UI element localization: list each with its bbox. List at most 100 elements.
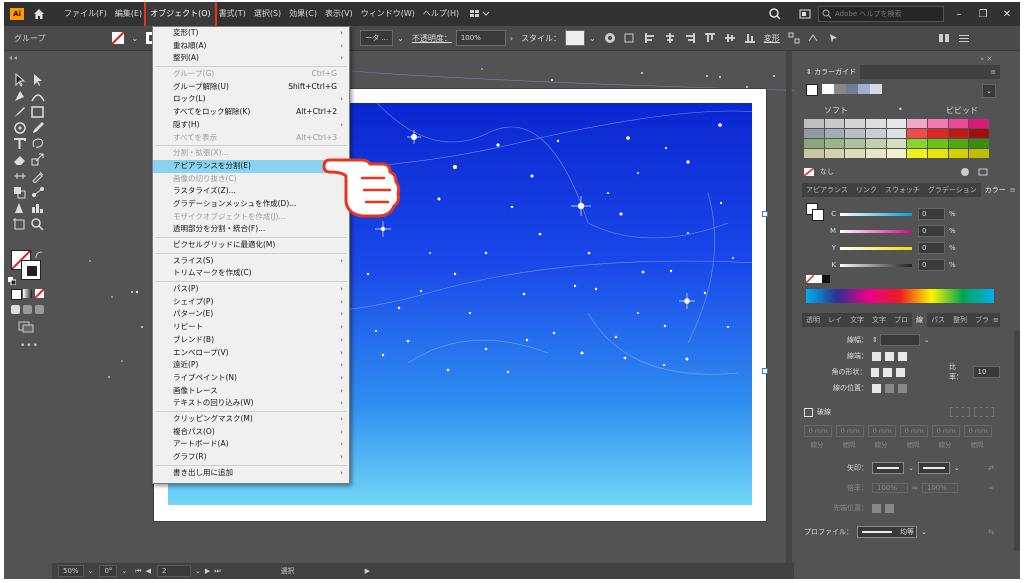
color-swatch[interactable] xyxy=(824,149,845,158)
tab-panel[interactable]: リンク xyxy=(852,185,881,195)
profile-dropdown-arrow[interactable]: ⌄ xyxy=(921,528,927,536)
slider-track[interactable] xyxy=(840,246,912,250)
draw-inside-icon[interactable] xyxy=(35,305,44,314)
color-swatch[interactable] xyxy=(948,129,969,138)
menu-item[interactable]: アートボード(A) › xyxy=(153,438,349,451)
color-swatch[interactable] xyxy=(907,139,928,148)
tab-panel[interactable]: レイ xyxy=(824,315,846,325)
color-swatch[interactable] xyxy=(866,129,886,138)
align-right-icon[interactable] xyxy=(683,31,697,45)
color-swatch[interactable] xyxy=(866,149,886,158)
opacity-input[interactable]: 100% xyxy=(455,30,506,46)
eraser-tool-icon[interactable] xyxy=(12,153,28,167)
slider-track[interactable] xyxy=(840,263,912,267)
artboard-number-field[interactable]: 2 xyxy=(156,565,191,577)
color-swatch[interactable] xyxy=(948,119,969,128)
paintbrush-tool-icon[interactable] xyxy=(12,105,28,119)
default-colors-icon[interactable] xyxy=(8,277,16,285)
tab-panel[interactable]: プロ xyxy=(890,315,912,325)
dashed-checkbox[interactable] xyxy=(804,407,813,417)
panel-menu-icon[interactable]: ≡ xyxy=(990,68,996,76)
menu-item[interactable]: シェイプ(P) › xyxy=(153,296,349,309)
color-swatch[interactable] xyxy=(928,119,948,128)
none-white-black-strip[interactable] xyxy=(806,275,830,283)
menu-item[interactable]: 画像トレース › xyxy=(153,385,349,398)
align-outside-stroke-button[interactable] xyxy=(898,383,907,393)
arrow-tip-beyond-button[interactable] xyxy=(872,503,881,513)
zoom-tool-icon[interactable] xyxy=(30,217,46,231)
collapse-panels-icon[interactable]: » ✕ xyxy=(980,55,992,63)
opacity-expand-arrow[interactable]: › xyxy=(510,34,513,43)
weight-stepper[interactable]: ⇕ xyxy=(872,336,878,344)
transform-link[interactable]: 変形 xyxy=(764,33,780,44)
color-swatch[interactable] xyxy=(969,149,990,158)
menu-item[interactable]: 整列(A) › xyxy=(153,52,349,65)
menu-item[interactable]: 書き出し用に追加 › xyxy=(153,467,349,480)
base-color-swatch[interactable] xyxy=(806,84,818,96)
align-bottom-icon[interactable] xyxy=(743,31,757,45)
round-cap-button[interactable] xyxy=(885,351,894,361)
menu-item[interactable]: 複合パス(O) › xyxy=(153,426,349,439)
color-swatch[interactable] xyxy=(845,119,866,128)
color-swatch[interactable] xyxy=(907,129,928,138)
color-guide-swatches[interactable] xyxy=(804,119,990,159)
color-swatch[interactable] xyxy=(824,119,845,128)
color-swatch[interactable] xyxy=(804,129,824,138)
menu-item[interactable]: パス(P) › xyxy=(153,283,349,296)
color-swatch[interactable] xyxy=(928,139,948,148)
menu-item[interactable]: パターン(E) › xyxy=(153,308,349,321)
color-swatch[interactable] xyxy=(969,119,990,128)
slider-track[interactable] xyxy=(840,212,912,216)
dash-gap-input[interactable]: 0 mm xyxy=(804,425,832,437)
panel-menu-icon[interactable]: ≡ xyxy=(1010,186,1016,194)
menu-item[interactable]: ブレンド(B) › xyxy=(153,334,349,347)
swap-fill-stroke-icon[interactable] xyxy=(34,250,44,260)
color-swatch[interactable] xyxy=(845,129,866,138)
profile-dropdown[interactable]: 均等 xyxy=(857,526,917,538)
slider-value-input[interactable]: 0 xyxy=(918,225,945,237)
menu-item[interactable]: すべてをロック解除(K) Alt+Ctrl+2 xyxy=(153,106,349,119)
pencil-tool-icon[interactable] xyxy=(30,121,46,135)
home-icon[interactable] xyxy=(32,7,46,21)
help-search-input[interactable]: Adobe ヘルプを検索 xyxy=(818,6,944,22)
restore-button[interactable]: ❐ xyxy=(974,9,992,20)
projecting-cap-button[interactable] xyxy=(898,351,907,361)
tab-color-guide[interactable]: ⇕ カラーガイド xyxy=(802,65,861,79)
puppet-warp-icon[interactable] xyxy=(807,31,821,45)
panel-scrollbar[interactable] xyxy=(1014,331,1020,551)
dash-gap-input[interactable]: 0 mm xyxy=(868,425,896,437)
dash-gap-input[interactable]: 0 mm xyxy=(964,425,992,437)
menu-window[interactable]: ウィンドウ(W) xyxy=(357,2,419,26)
miter-join-button[interactable] xyxy=(870,367,880,377)
menu-item[interactable]: リピート › xyxy=(153,321,349,334)
bevel-join-button[interactable] xyxy=(896,367,905,377)
rotate-view-field[interactable]: 0° xyxy=(99,565,118,577)
rotate-tool-icon[interactable] xyxy=(12,121,28,135)
butt-cap-button[interactable] xyxy=(872,351,881,361)
dash-gap-input[interactable]: 0 mm xyxy=(900,425,928,437)
draw-behind-icon[interactable] xyxy=(23,305,32,314)
width-tool-icon[interactable] xyxy=(12,169,28,183)
symbol-sprayer-tool-icon[interactable] xyxy=(12,201,28,215)
align-inside-stroke-button[interactable] xyxy=(885,383,894,393)
artboard-tool-icon[interactable] xyxy=(12,217,28,231)
round-join-button[interactable] xyxy=(883,367,893,377)
style-swatch[interactable] xyxy=(565,30,586,46)
menu-item[interactable]: 重ね順(A) › xyxy=(153,40,349,53)
search-people-icon[interactable] xyxy=(768,7,782,21)
type-tool-icon[interactable] xyxy=(12,137,28,151)
menu-item[interactable]: スライス(S) › xyxy=(153,255,349,268)
artboard-handle-icon[interactable] xyxy=(762,211,768,217)
selection-tool-icon[interactable] xyxy=(12,72,28,87)
menu-item[interactable]: 透明部分を分割・統合(F)... xyxy=(153,223,349,236)
workspace-grid-icon[interactable] xyxy=(469,8,493,20)
end-arrow-dropdown[interactable] xyxy=(917,462,950,474)
tab-panel[interactable]: 透明 xyxy=(802,315,824,325)
slider-value-input[interactable]: 0 xyxy=(918,242,945,254)
slider-value-input[interactable]: 0 xyxy=(918,208,945,220)
color-group-icon[interactable] xyxy=(960,167,970,177)
tab-panel[interactable]: 文字 xyxy=(868,315,890,325)
menu-view[interactable]: 表示(V) xyxy=(321,2,357,26)
color-swatch[interactable] xyxy=(845,149,866,158)
first-artboard-icon[interactable]: ⏮ xyxy=(135,567,141,576)
